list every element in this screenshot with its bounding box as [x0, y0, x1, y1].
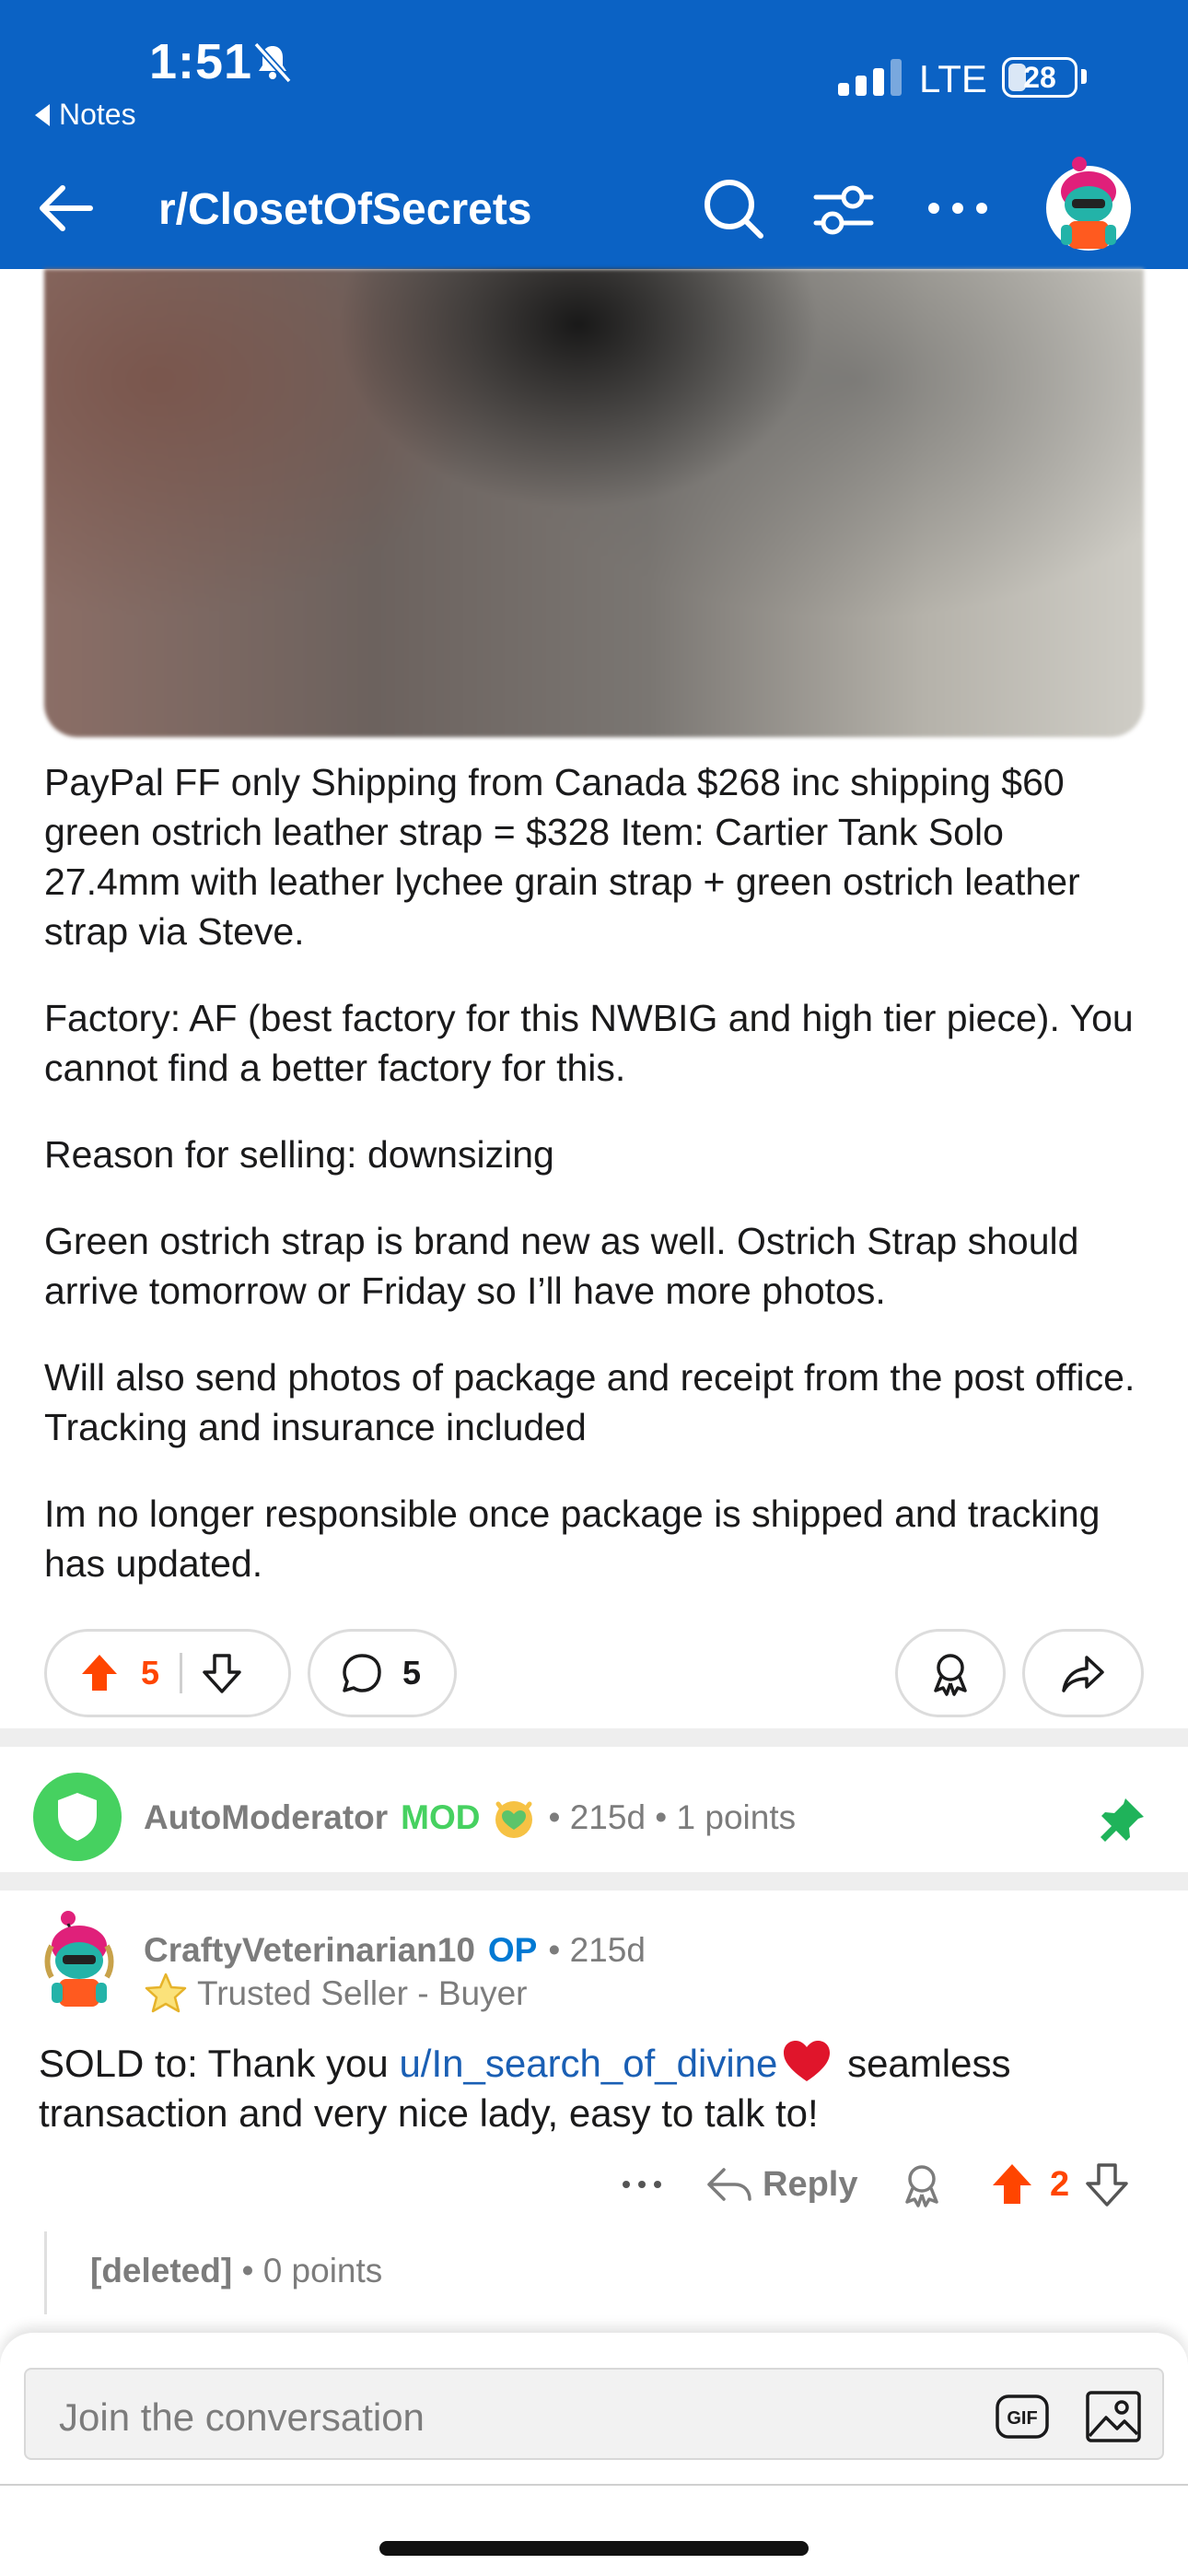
comment-vote-count: 2: [1050, 2164, 1070, 2204]
mod-badge: MOD: [401, 1798, 481, 1836]
reply-label: Reply: [763, 2164, 858, 2204]
automod-author[interactable]: AutoModerator: [144, 1798, 388, 1837]
comment-composer: Join the conversation GIF: [0, 2333, 1188, 2576]
more-icon: [623, 2181, 661, 2188]
comment-input-placeholder: Join the conversation: [59, 2395, 425, 2439]
downvote-icon[interactable]: [201, 1652, 243, 1694]
post-paragraph: Factory: AF (best factory for this NWBIG…: [44, 997, 1134, 1089]
section-divider: [0, 1728, 1188, 1747]
post-paragraph: PayPal FF only Shipping from Canada $268…: [44, 761, 1080, 953]
filter-icon[interactable]: [810, 177, 877, 243]
user-mention-link[interactable]: u/In_search_of_divine: [399, 2042, 777, 2085]
comment-input[interactable]: Join the conversation GIF: [24, 2368, 1164, 2460]
post-paragraph: Reason for selling: downsizing: [44, 1133, 554, 1176]
award-button[interactable]: [895, 1629, 1006, 1717]
battery-level: 28: [1023, 60, 1056, 94]
network-label: LTE: [919, 57, 987, 100]
op-badge: OP: [487, 1931, 538, 1969]
bell-muted-icon: [253, 41, 292, 84]
comment-header: CraftyVeterinarian10 OP • 215d: [144, 1931, 646, 1970]
pin-icon: [1101, 1798, 1144, 1842]
status-time: 1:51: [149, 34, 253, 89]
more-icon[interactable]: [921, 181, 995, 236]
comments-button[interactable]: 5: [308, 1629, 457, 1717]
commenter-avatar[interactable]: [33, 1909, 125, 2014]
post-image[interactable]: [44, 269, 1144, 737]
user-avatar[interactable]: [1041, 153, 1136, 254]
comment-more-button[interactable]: [619, 2154, 674, 2215]
star-icon: [145, 1973, 187, 2013]
vote-separator: [180, 1653, 183, 1693]
post-paragraph: Green ostrich strap is brand new as well…: [44, 1220, 1079, 1312]
comment-author[interactable]: CraftyVeterinarian10: [144, 1931, 475, 1970]
subreddit-title[interactable]: r/ClosetOfSecrets: [158, 184, 532, 235]
gif-icon[interactable]: GIF: [995, 2394, 1050, 2440]
user-flair: Trusted Seller - Buyer: [144, 1972, 527, 2016]
battery-tip: [1081, 69, 1087, 84]
comment-bubble-icon: [343, 1654, 381, 1692]
gif-label: GIF: [1007, 2408, 1037, 2429]
award-icon: [905, 2165, 938, 2207]
reply-button[interactable]: Reply: [705, 2154, 857, 2215]
post-body: PayPal FF only Shipping from Canada $268…: [44, 757, 1149, 1625]
deleted-author: [deleted]: [90, 2252, 233, 2289]
automod-meta: • 215d • 1 points: [548, 1798, 797, 1836]
section-divider: [0, 1872, 1188, 1891]
comment-vote: 2: [989, 2154, 1130, 2215]
automod-avatar[interactable]: [33, 1773, 122, 1861]
upvote-icon[interactable]: [78, 1652, 121, 1694]
post-vote-pill: 5: [44, 1629, 291, 1717]
back-arrow-icon[interactable]: [33, 175, 99, 241]
app-header: 1:51 Notes LTE 28 r/ClosetOfSecrets: [0, 0, 1188, 269]
comment-meta: • 215d: [548, 1931, 646, 1969]
comment-text-before: SOLD to: Thank you: [39, 2042, 400, 2085]
downvote-icon[interactable]: [1084, 2161, 1130, 2207]
flair-text: Trusted Seller - Buyer: [197, 1974, 528, 2012]
upvote-icon[interactable]: [989, 2161, 1035, 2207]
award-icon: [934, 1654, 967, 1696]
post-paragraph: Im no longer responsible once package is…: [44, 1493, 1101, 1585]
shield-icon: [58, 1793, 97, 1841]
comment-count: 5: [402, 1654, 422, 1692]
image-upload-icon[interactable]: [1085, 2390, 1142, 2443]
composer-divider: [0, 2484, 1188, 2486]
post-paragraph: Will also send photos of package and rec…: [44, 1356, 1136, 1448]
share-button[interactable]: [1022, 1629, 1144, 1717]
back-to-notes-link[interactable]: Notes: [35, 98, 136, 132]
reply-arrow-icon: [707, 2168, 751, 2201]
signal-icon: [838, 59, 902, 96]
automod-header: AutoModerator MOD • 215d • 1 points: [144, 1795, 796, 1841]
back-app-label: Notes: [59, 98, 136, 131]
search-icon[interactable]: [700, 175, 766, 241]
deleted-meta: • 0 points: [241, 2252, 383, 2289]
home-indicator[interactable]: [379, 2541, 809, 2556]
comment-award-button[interactable]: [899, 2154, 945, 2215]
heart-emoji-icon: [784, 2041, 831, 2081]
share-icon: [1062, 1656, 1104, 1692]
mod-heart-emoji-icon: [495, 1801, 533, 1838]
back-triangle-icon: [35, 103, 50, 126]
comment-body: SOLD to: Thank you u/In_search_of_divine…: [39, 2038, 1162, 2138]
deleted-comment-header: [deleted] • 0 points: [90, 2252, 382, 2290]
battery-icon: 28: [1002, 57, 1077, 98]
thread-line: [44, 2231, 47, 2314]
post-vote-count: 5: [141, 1654, 160, 1692]
